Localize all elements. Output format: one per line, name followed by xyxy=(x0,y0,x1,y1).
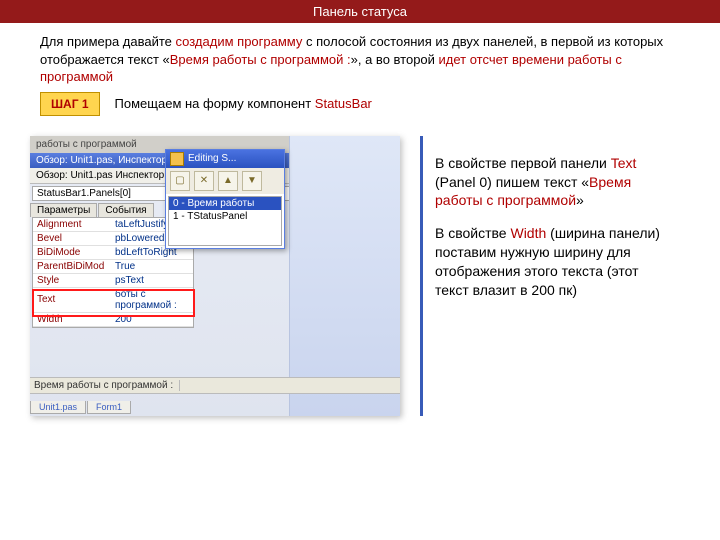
delete-panel-button[interactable]: ✕ xyxy=(194,171,214,191)
explain-width-prop: В свойстве Width (ширина панели) постави… xyxy=(435,224,675,300)
step-text: Помещаем на форму компонент StatusBar xyxy=(115,96,372,111)
slide-header: Панель статуса xyxy=(0,0,720,23)
editor-tab[interactable]: Form1 xyxy=(87,401,131,414)
editing-toolbar: ▢ ✕ ▲ ▼ xyxy=(166,168,284,194)
slide-title: Панель статуса xyxy=(313,4,407,19)
panel-list-item[interactable]: 0 - Время работы xyxy=(169,197,281,210)
panel-list: 0 - Время работы 1 - TStatusPanel xyxy=(168,196,282,246)
shot-background-panel xyxy=(289,136,400,416)
explanation-panel: В свойстве первой панели Text (Panel 0) … xyxy=(420,136,683,416)
panel-list-item[interactable]: 1 - TStatusPanel xyxy=(169,210,281,223)
intro-paragraph: Для примера давайте создадим программу с… xyxy=(0,23,720,86)
editor-tabs: Unit1.pas Form1 xyxy=(30,401,131,414)
prop-row: StylepsText xyxy=(33,273,193,287)
move-down-button[interactable]: ▼ xyxy=(242,171,262,191)
editing-window-title: Editing S... xyxy=(166,150,284,168)
explain-text-prop: В свойстве первой панели Text (Panel 0) … xyxy=(435,154,675,211)
editing-window: Editing S... ▢ ✕ ▲ ▼ 0 - Время работы 1 … xyxy=(165,149,285,249)
prop-row: Width200 xyxy=(33,312,193,326)
move-up-button[interactable]: ▲ xyxy=(218,171,238,191)
step-row: ШАГ 1 Помещаем на форму компонент Status… xyxy=(0,86,720,122)
add-panel-button[interactable]: ▢ xyxy=(170,171,190,191)
tab-events[interactable]: События xyxy=(98,203,153,217)
prop-row: Textботы с программой : xyxy=(33,287,193,312)
window-icon xyxy=(170,152,184,166)
prop-row: ParentBiDiModTrue xyxy=(33,259,193,273)
screenshot: работы с программой Обзор: Unit1.pas, Ин… xyxy=(30,136,400,416)
tab-params[interactable]: Параметры xyxy=(30,203,97,217)
step-badge: ШАГ 1 xyxy=(40,92,100,116)
statusbar-preview: Время работы с программой : xyxy=(30,377,400,394)
editor-tab[interactable]: Unit1.pas xyxy=(30,401,86,414)
